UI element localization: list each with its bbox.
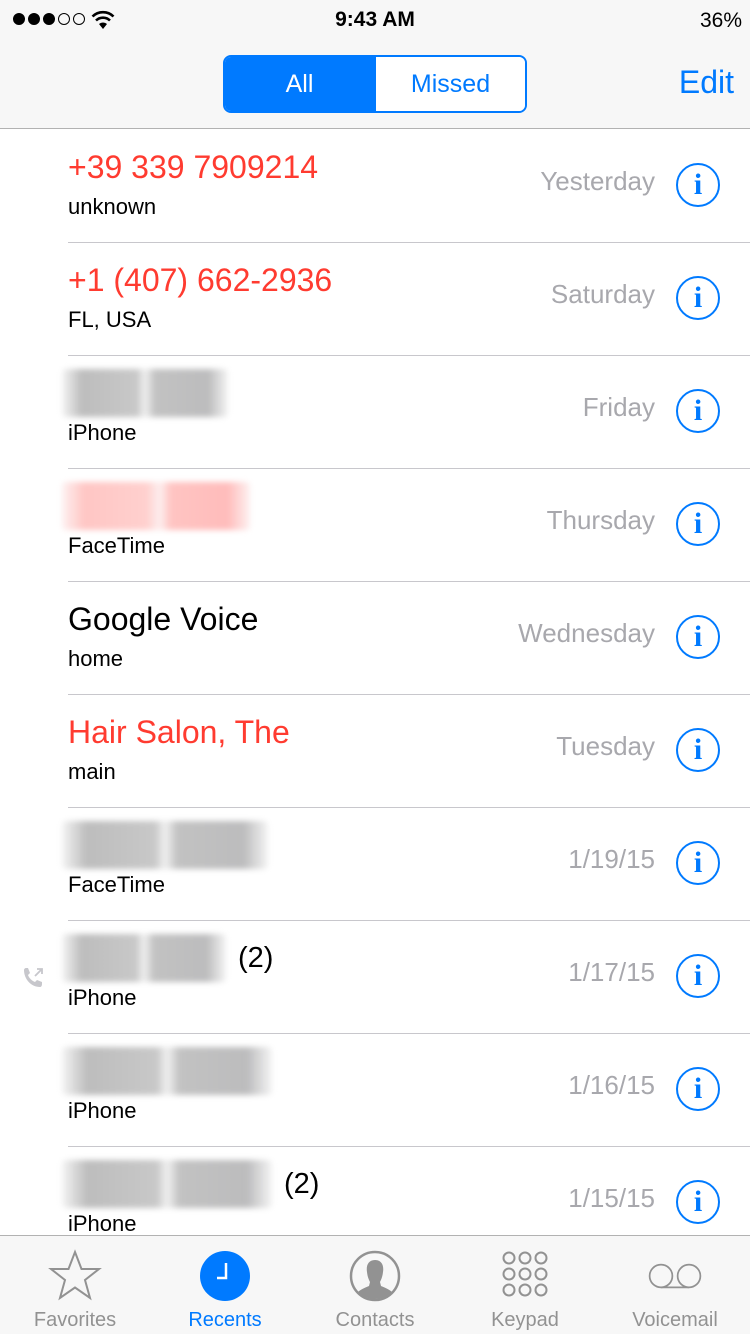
tab-voicemail[interactable]: Voicemail [600,1236,750,1334]
tab-keypad[interactable]: Keypad [450,1236,600,1334]
call-row[interactable]: +1 (407) 662-2936 FL, USA Saturday i [0,243,750,356]
recent-calls-list: +39 339 7909214 unknown Yesterday i +1 (407)… [0,130,750,1235]
call-label: iPhone [68,420,137,445]
info-icon: i [693,394,703,427]
call-count: (2) [238,941,274,974]
caller-name: +39 339 7909214 [68,148,319,185]
caller-name: Google Voice [68,600,259,637]
info-button[interactable]: i [676,163,720,207]
caller-name: Hair Salon, The [68,713,290,750]
caller-name: +1 (407) 662-2936 [68,261,333,298]
call-label: home [68,646,124,671]
caller-name-line [62,821,268,869]
call-label: FL, USA [68,307,152,332]
info-icon: i [693,168,703,201]
call-label: iPhone [68,1098,137,1123]
caller-name-line: Google Voice [68,598,258,640]
all-missed-segmented-control: All Missed [223,55,527,113]
tab-label: Voicemail [632,1309,718,1331]
call-date: 1/15/15 [568,1183,655,1213]
call-date: 1/17/15 [568,957,655,987]
info-icon: i [693,281,703,314]
call-date: Friday [582,392,655,422]
redacted-caller-name [62,369,228,417]
info-button[interactable]: i [676,389,720,433]
call-date: Yesterday [540,166,655,196]
tab-favorites[interactable]: Favorites [0,1236,150,1334]
phone-recents-screen: 9:43 AM 36% All Missed Edit +39 339 7909… [0,0,750,1334]
call-label: iPhone [68,985,137,1010]
info-button[interactable]: i [676,502,720,546]
info-icon: i [693,733,703,766]
info-icon: i [693,959,703,992]
tab-label: Contacts [335,1309,415,1331]
caller-name-line [62,482,250,530]
call-row[interactable]: (2) iPhone 1/17/15 i [0,921,750,1034]
caller-name-line: (2) [62,934,274,982]
contact-icon [347,1248,403,1304]
voicemail-icon [647,1248,703,1304]
tab-recents[interactable]: Recents [150,1236,300,1334]
info-button[interactable]: i [676,1180,720,1224]
call-label: FaceTime [68,872,165,897]
redacted-caller-name [62,1047,272,1095]
info-icon: i [693,620,703,653]
clock-time: 9:43 AM [335,8,415,31]
info-button[interactable]: i [676,728,720,772]
clock-icon [197,1248,253,1304]
call-count: (2) [284,1167,320,1200]
tab-contacts[interactable]: Contacts [300,1236,450,1334]
redacted-caller-name [62,934,226,982]
tab-label: Recents [188,1309,262,1331]
call-row[interactable]: iPhone Friday i [0,356,750,469]
segment-missed[interactable]: Missed [374,57,525,111]
call-date: Saturday [550,279,655,309]
info-icon: i [693,1072,703,1105]
info-icon: i [693,846,703,879]
redacted-caller-name [62,1160,272,1208]
call-label: unknown [68,194,157,219]
caller-name-line: Hair Salon, The [68,711,290,753]
info-icon: i [693,507,703,540]
caller-name-line: +1 (407) 662-2936 [68,259,332,301]
keypad-icon [497,1248,553,1304]
info-button[interactable]: i [676,954,720,998]
call-row[interactable]: Hair Salon, The main Tuesday i [0,695,750,808]
call-label: iPhone [68,1211,137,1235]
tab-label: Keypad [491,1309,559,1331]
segment-all[interactable]: All [225,57,374,111]
edit-button[interactable]: Edit [679,64,734,101]
info-icon: i [693,1185,703,1218]
caller-name-line: +39 339 7909214 [68,146,318,188]
info-button[interactable]: i [676,1067,720,1111]
call-date: Wednesday [518,618,655,648]
call-row[interactable]: +39 339 7909214 unknown Yesterday i [0,130,750,243]
redacted-caller-name [62,482,250,530]
info-button[interactable]: i [676,276,720,320]
call-date: Thursday [546,505,655,535]
top-bar: 9:43 AM 36% All Missed Edit [0,0,750,129]
call-date: Tuesday [556,731,655,761]
call-row[interactable]: FaceTime 1/19/15 i [0,808,750,921]
tab-bar: Favorites Recents Contacts Keypad Voicem… [0,1235,750,1334]
caller-name-line [62,369,228,417]
info-button[interactable]: i [676,615,720,659]
tab-label: Favorites [33,1309,117,1331]
caller-name-line [62,1047,272,1095]
call-row[interactable]: FaceTime Thursday i [0,469,750,582]
caller-name-line: (2) [62,1160,320,1208]
star-icon [47,1248,103,1304]
redacted-caller-name [62,821,268,869]
call-date: 1/16/15 [568,1070,655,1100]
call-date: 1/19/15 [568,844,655,874]
call-label: FaceTime [68,533,165,558]
call-row[interactable]: Google Voice home Wednesday i [0,582,750,695]
call-row[interactable]: (2) iPhone 1/15/15 i [0,1147,750,1235]
status-bar: 9:43 AM 36% [0,0,750,40]
info-button[interactable]: i [676,841,720,885]
outgoing-call-icon [20,965,46,996]
call-row[interactable]: iPhone 1/16/15 i [0,1034,750,1147]
call-label: main [68,759,116,784]
battery-level: 36% [699,9,742,32]
